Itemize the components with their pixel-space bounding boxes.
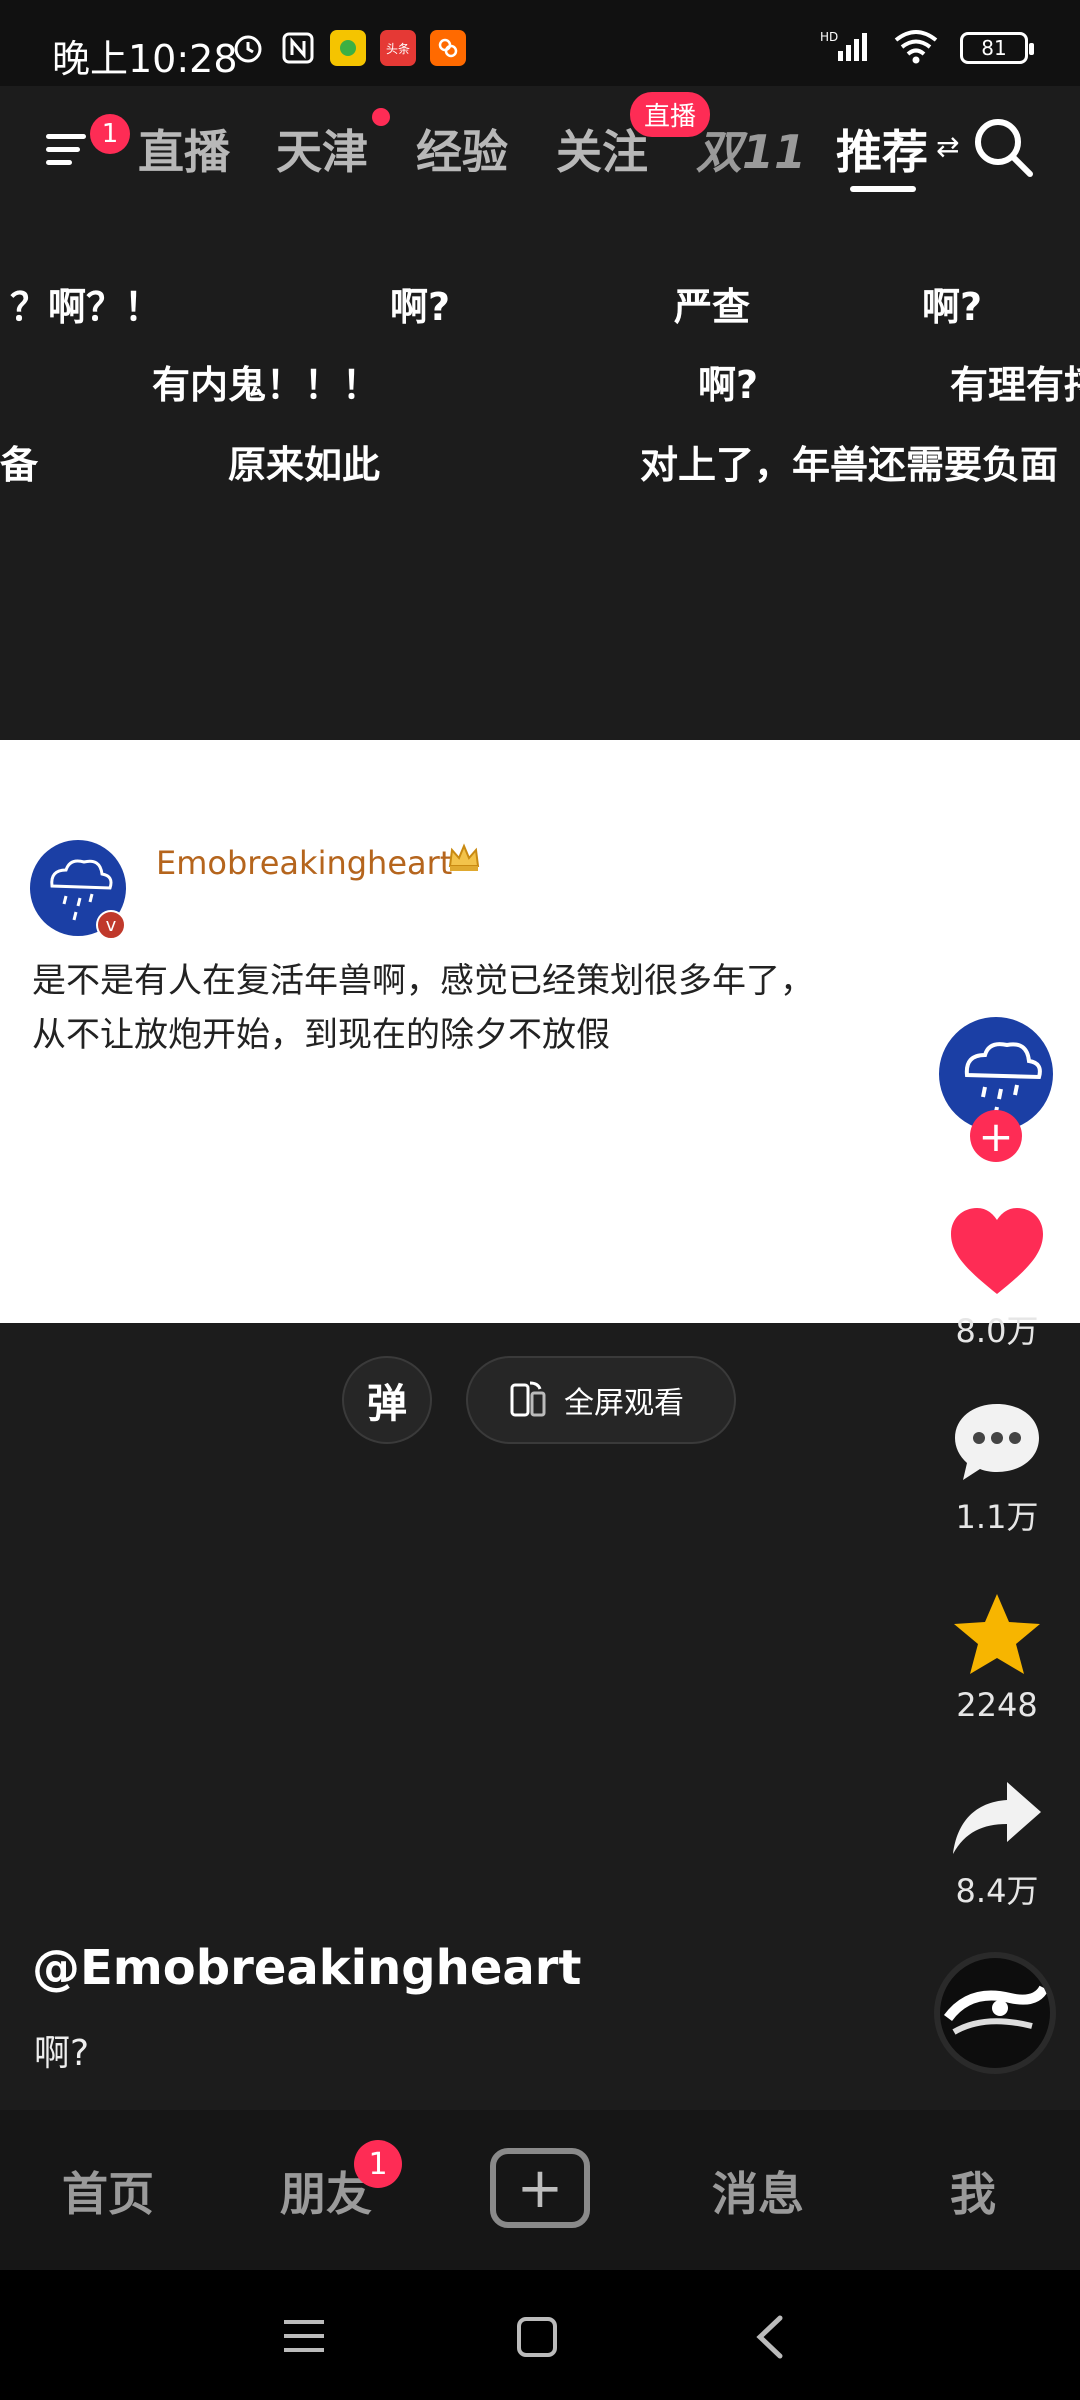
status-app-icons: 头条 <box>230 30 466 66</box>
status-right: HD 81 <box>820 28 1034 68</box>
square-icon <box>517 2317 557 2357</box>
star-icon <box>954 1594 1040 1674</box>
follow-button[interactable]: + <box>970 1110 1022 1162</box>
danmaku-item: 对上了，年兽还需要负面 <box>640 443 1059 487</box>
toutiao-icon-label: 头条 <box>385 41 410 56</box>
tab-double11[interactable]: 双11 <box>696 116 806 182</box>
create-button[interactable]: + <box>490 2148 590 2228</box>
danmaku-item: 备 <box>0 443 39 487</box>
music-disc[interactable] <box>934 1952 1056 2074</box>
recent-apps-button[interactable] <box>282 2316 326 2360</box>
rotate-screen-icon <box>510 1381 546 1417</box>
tab-tianjin[interactable]: 天津 <box>276 116 368 182</box>
like-button[interactable]: 8.0万 <box>927 1206 1067 1352</box>
favorite-count: 2248 <box>956 1686 1038 1724</box>
danmaku-toggle-button[interactable]: 弹 <box>342 1356 432 1444</box>
battery-level: 81 <box>981 36 1007 60</box>
swap-icon: ⇄ <box>936 130 960 163</box>
caption-author[interactable]: @Emobreakingheart <box>32 1940 581 1996</box>
menu-icon <box>46 134 86 165</box>
wifi-icon <box>892 28 940 68</box>
tianjin-dot <box>372 108 390 126</box>
danmaku-item: 严查 <box>674 285 751 329</box>
status-time: 晚上10:28 <box>52 37 238 81</box>
signal-icon: HD <box>820 29 872 67</box>
app-orange-icon <box>430 30 466 66</box>
share-count: 8.4万 <box>955 1872 1039 1910</box>
plus-icon: + <box>978 1111 1014 1161</box>
friends-badge: 1 <box>354 2140 402 2188</box>
battery-indicator: 81 <box>960 32 1034 64</box>
favorite-button[interactable]: 2248 <box>927 1590 1067 1724</box>
tab-me[interactable]: 我 <box>950 2158 996 2224</box>
tab-experience[interactable]: 经验 <box>416 116 508 182</box>
danmaku-item: 啊? <box>922 285 983 329</box>
tab-messages[interactable]: 消息 <box>712 2158 804 2224</box>
crown-icon <box>446 840 482 880</box>
fullscreen-label: 全屏观看 <box>564 1386 684 1421</box>
post-text: 是不是有人在复活年兽啊，感觉已经策划很多年了， 从不让放炮开始，到现在的除夕不放… <box>32 954 892 1062</box>
card-username[interactable]: Emobreakingheart <box>156 844 452 882</box>
system-nav-bar <box>0 2270 1080 2400</box>
plus-icon: + <box>516 2155 564 2221</box>
like-count: 8.0万 <box>955 1312 1039 1350</box>
share-icon <box>953 1782 1041 1854</box>
danmaku-item: 有理有捋 <box>950 363 1080 407</box>
menu-badge: 1 <box>90 114 130 154</box>
tab-recommend[interactable]: 推荐 <box>836 116 928 182</box>
home-button[interactable] <box>516 2316 558 2362</box>
toutiao-icon: 头条 <box>380 30 416 66</box>
post-card[interactable]: v Emobreakingheart 是不是有人在复活年兽啊，感觉已经策划很多年… <box>0 740 1080 1323</box>
search-icon <box>975 119 1033 177</box>
caption-text: 啊? <box>34 2033 90 2074</box>
comment-button[interactable]: 1.1万 <box>927 1400 1067 1538</box>
top-nav: 1 直播 天津 经验 关注 直播 双11 推荐 ⇄ <box>0 86 1080 202</box>
comment-icon <box>955 1404 1039 1480</box>
post-text-line: 是不是有人在复活年兽啊，感觉已经策划很多年了， <box>32 961 814 1001</box>
danmaku-item: 原来如此 <box>228 443 381 487</box>
active-tab-underline <box>850 186 916 192</box>
danmaku-item: 啊? <box>698 363 759 407</box>
menu-button[interactable]: 1 <box>40 114 130 176</box>
status-bar: 晚上10:28 头条 HD 81 <box>0 0 1080 86</box>
back-icon <box>756 2315 783 2359</box>
back-button[interactable] <box>752 2314 788 2364</box>
music-cover-icon <box>943 1985 1049 2035</box>
tab-home[interactable]: 首页 <box>62 2158 154 2224</box>
post-text-line: 从不让放炮开始，到现在的除夕不放假 <box>32 1015 610 1055</box>
danmaku-item: 啊? <box>390 285 451 329</box>
bottom-tab-bar: 首页 朋友 1 + 消息 我 <box>0 2110 1080 2270</box>
search-button[interactable] <box>970 114 1036 180</box>
fullscreen-button[interactable]: 全屏观看 <box>466 1356 736 1444</box>
heart-icon <box>951 1208 1043 1294</box>
tab-live[interactable]: 直播 <box>138 116 230 182</box>
danmaku-item: 有内鬼！！！ <box>152 363 381 407</box>
app-green-icon <box>330 30 366 66</box>
nfc-icon <box>280 30 316 66</box>
danmaku-toggle-label: 弹 <box>367 1381 407 1427</box>
menu-lines-icon <box>284 2320 324 2352</box>
danmaku-item: ？啊？！ <box>10 285 163 329</box>
alarm-icon <box>230 30 266 66</box>
comment-count: 1.1万 <box>955 1498 1039 1536</box>
share-button[interactable]: 8.4万 <box>927 1778 1067 1912</box>
svg-text:HD: HD <box>820 30 838 44</box>
verified-badge: v <box>96 910 126 940</box>
